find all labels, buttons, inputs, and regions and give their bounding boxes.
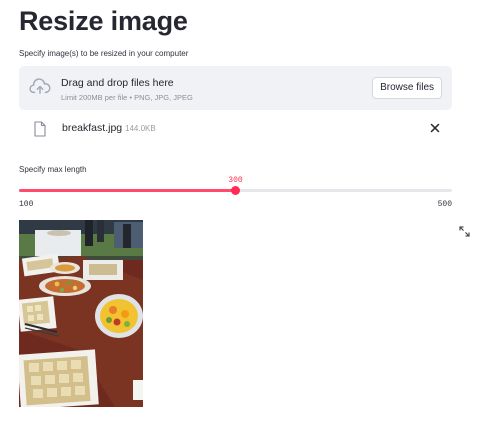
dropzone-limit-text: Limit 200MB per file • PNG, JPG, JPEG [61,93,193,102]
expand-icon[interactable] [459,226,470,237]
slider-label: Specify max length [19,165,87,174]
slider-min-label: 100 [19,200,34,209]
slider-thumb[interactable] [231,186,240,195]
file-icon [34,121,46,137]
page-title: Resize image [19,6,188,36]
cloud-upload-icon [29,78,51,95]
max-length-slider[interactable] [19,186,452,196]
close-icon[interactable] [428,121,442,135]
slider-max-label: 500 [437,200,452,209]
uploaded-file-row: breakfast.jpg 144.0KB [19,118,452,140]
file-dropzone[interactable]: Drag and drop files here Limit 200MB per… [19,66,452,110]
browse-files-button[interactable]: Browse files [372,77,442,99]
resized-image [19,220,143,407]
dropzone-title: Drag and drop files here [61,77,174,89]
file-size: 144.0KB [125,124,156,133]
uploader-label: Specify image(s) to be resized in your c… [19,49,189,58]
slider-current-value: 300 [228,176,243,185]
slider-fill [19,189,236,192]
breakfast-photo [19,220,143,407]
file-name: breakfast.jpg [62,122,123,134]
